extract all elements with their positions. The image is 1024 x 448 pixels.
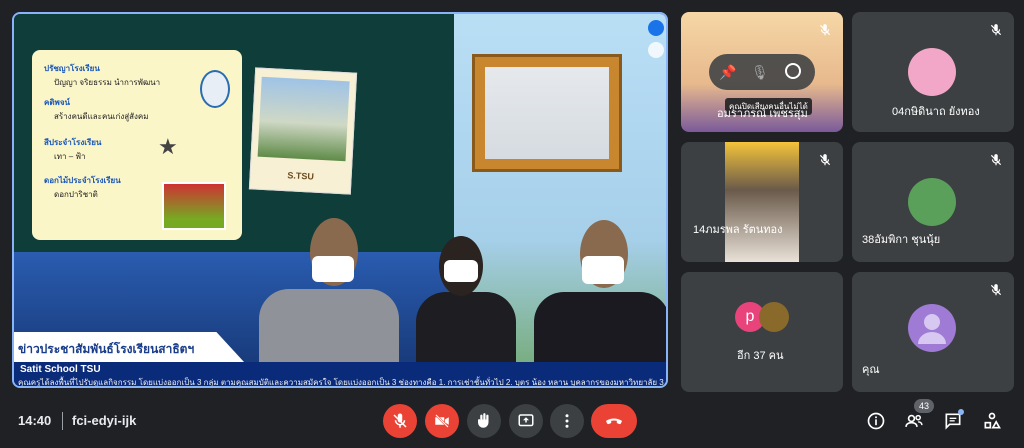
- participant-tile[interactable]: 04กษิดินาถ ยังทอง: [852, 12, 1014, 132]
- slide-background: ปรัชญาโรงเรียน ปัญญา จริยธรรม นำการพัฒนา…: [14, 14, 454, 252]
- divider: [62, 412, 63, 430]
- meeting-code: fci-edyi-ijk: [72, 413, 137, 428]
- participant-name: 38อัมพิกา ชุนนุ้ย: [862, 234, 941, 246]
- mic-off-icon: [815, 150, 835, 170]
- face-mask: [444, 260, 478, 282]
- remove-icon[interactable]: [785, 63, 801, 79]
- participant-tile[interactable]: คุณ: [852, 272, 1014, 392]
- mic-toggle-button[interactable]: [383, 404, 417, 438]
- info-icon: [867, 412, 885, 430]
- slide-label: ดอกไม้ประจำโรงเรียน: [44, 176, 121, 185]
- news-banner: ข่าวประชาสัมพันธ์โรงเรียนสาธิตฯ: [14, 332, 244, 362]
- slide-label: คติพจน์: [44, 98, 70, 107]
- present-icon: [518, 414, 534, 427]
- camera-toggle-button[interactable]: [425, 404, 459, 438]
- participant-tile[interactable]: p อีก 37 คน: [681, 272, 843, 392]
- meeting-time: 14:40: [18, 413, 52, 428]
- mic-off-icon: [986, 20, 1006, 40]
- star-icon: ★: [158, 134, 178, 159]
- face-mask: [582, 256, 624, 284]
- presentation-view[interactable]: ปรัชญาโรงเรียน ปัญญา จริยธรรม นำการพัฒนา…: [12, 12, 668, 388]
- avatar: [908, 178, 956, 226]
- people-icon: [905, 414, 923, 427]
- mic-off-icon: [986, 150, 1006, 170]
- people-count-badge: 43: [914, 399, 934, 413]
- photo-caption: S.TSU: [287, 170, 315, 182]
- building-image: [257, 76, 350, 162]
- slide-text: ปัญญา จริยธรรม นำการพัฒนา: [54, 78, 161, 87]
- more-options-button[interactable]: [550, 404, 584, 438]
- chat-notification-dot: [958, 409, 964, 415]
- news-ticker: Satit School TSU คุณครูได้ลงพื้นที่ไปรับ…: [14, 362, 666, 387]
- mic-off-icon: [986, 280, 1006, 300]
- participant-name: 04กษิดินาถ ยังทอง: [892, 106, 980, 118]
- mic-off-icon: [815, 20, 835, 40]
- pin-icon[interactable]: [648, 42, 664, 58]
- avatar: [759, 302, 789, 332]
- present-screen-button[interactable]: [509, 404, 543, 438]
- participant-name: อีก 37 คน: [737, 350, 784, 362]
- avatar: [908, 48, 956, 96]
- slide-text: ดอกปาริชาติ: [54, 190, 98, 199]
- mute-icon[interactable]: 🎙: [751, 64, 769, 81]
- participant-tile[interactable]: 📌 🎙 คุณปิดเสียงคนอื่นไม่ได้ อมราภรณ์ เพช…: [681, 12, 843, 132]
- leave-call-button[interactable]: [591, 404, 637, 438]
- meeting-details-button[interactable]: [863, 408, 889, 434]
- slide-label: ปรัชญาโรงเรียน: [44, 64, 100, 73]
- participant-name: คุณ: [862, 364, 880, 376]
- hand-icon: [478, 413, 489, 428]
- more-vert-icon: [565, 414, 569, 428]
- tile-hover-controls: 📌 🎙: [709, 54, 815, 90]
- hang-up-icon: [606, 418, 622, 425]
- picture-frame: [472, 54, 622, 172]
- activities-icon: [984, 412, 1001, 429]
- camera-off-icon: [435, 414, 449, 428]
- flower-image: [162, 182, 226, 230]
- participant-tile[interactable]: 38อัมพิกา ชุนนุ้ย: [852, 142, 1014, 262]
- slide-label: สีประจำโรงเรียน: [44, 138, 102, 147]
- ticker-text: คุณครูได้ลงพื้นที่ไปรับดูแลกิจกรรม โดยแบ…: [18, 378, 664, 387]
- pin-icon[interactable]: 📌: [719, 64, 736, 81]
- ticker-brand: Satit School TSU: [20, 364, 101, 375]
- avatar: [908, 304, 956, 352]
- group-photo: [485, 67, 609, 159]
- school-logo: [200, 70, 230, 108]
- participant-name: อมราภรณ์ เพชรสุม: [717, 108, 808, 120]
- participant-tile[interactable]: 14ภมรพล รัตนทอง: [681, 142, 843, 262]
- participant-name: 14ภมรพล รัตนทอง: [693, 224, 783, 236]
- school-photo: S.TSU: [248, 67, 358, 195]
- news-title: ข่าวประชาสัมพันธ์โรงเรียนสาธิตฯ: [18, 342, 195, 356]
- face-mask: [312, 256, 354, 282]
- raise-hand-button[interactable]: [467, 404, 501, 438]
- slide-text: สร้างคนดีและคนเก่งสู่สังคม: [54, 112, 149, 121]
- activities-button[interactable]: [979, 408, 1005, 434]
- slide-text: เทา – ฟ้า: [54, 152, 86, 161]
- mic-off-icon: [393, 413, 407, 428]
- audio-activity-icon: [648, 20, 664, 36]
- participant-video: [725, 142, 799, 262]
